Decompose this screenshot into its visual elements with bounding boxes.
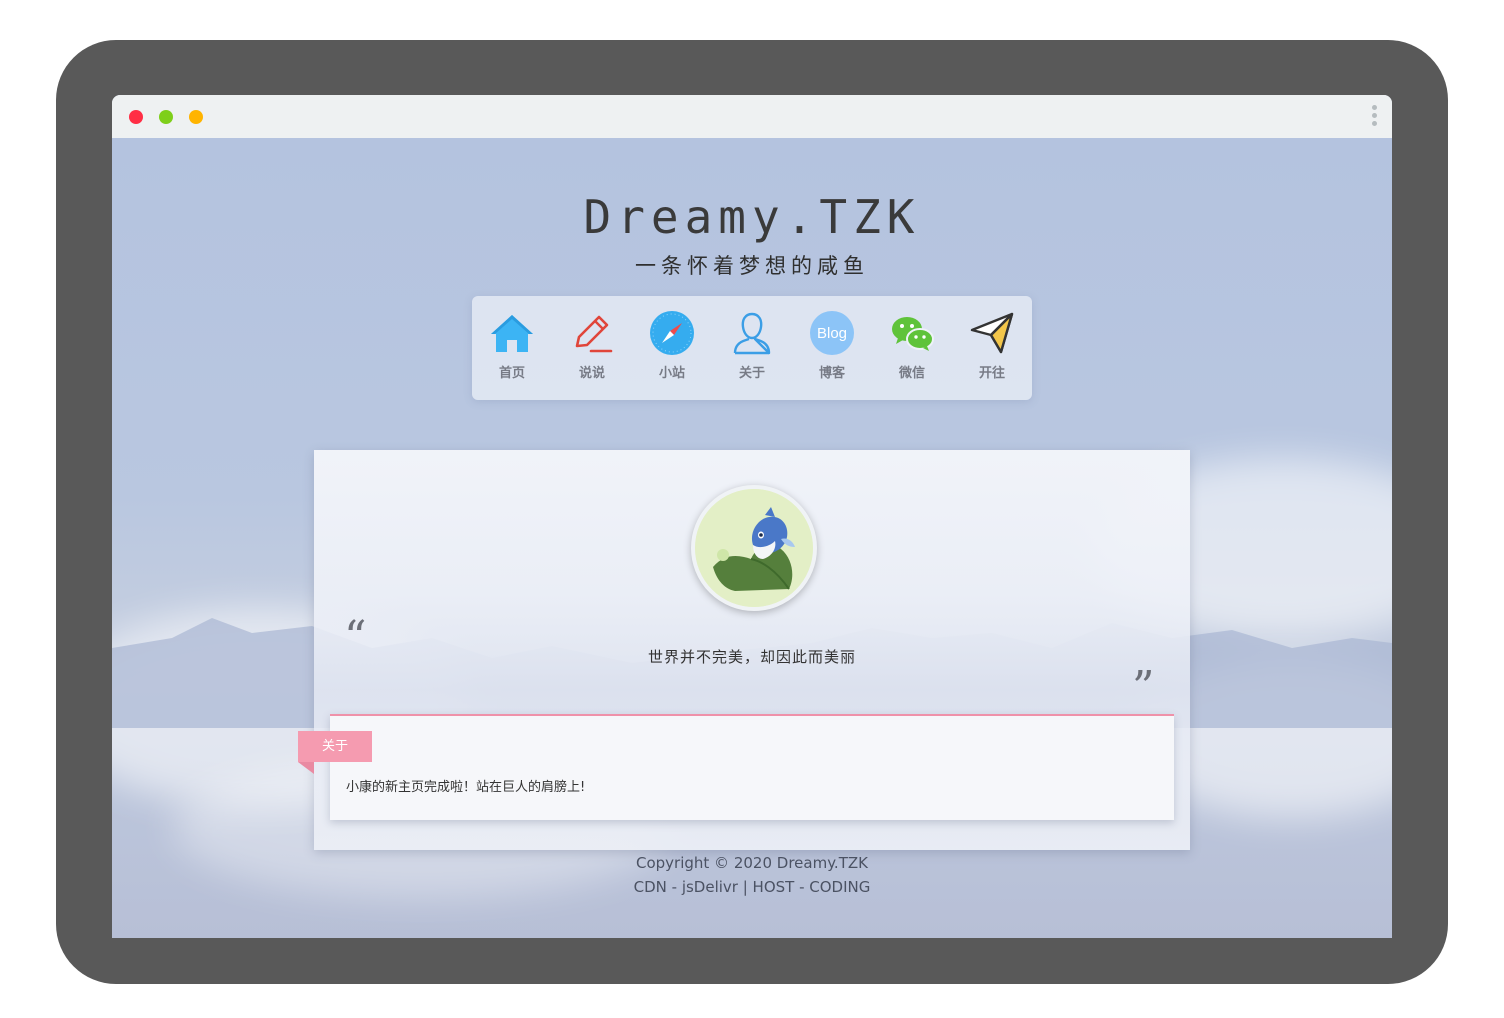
- user-icon: [733, 312, 771, 355]
- avatar[interactable]: [691, 485, 817, 611]
- pencil-icon: [575, 315, 613, 353]
- nav-label: 说说: [578, 366, 605, 381]
- maximize-window-button[interactable]: [189, 110, 203, 124]
- site-title: Dreamy.TZK: [583, 190, 921, 244]
- paper-plane-icon: [970, 312, 1014, 354]
- nav-item-about[interactable]: 关于: [712, 310, 792, 390]
- nav-item-home[interactable]: 首页: [472, 310, 552, 390]
- motto-text: 世界并不完美，却因此而美丽: [647, 648, 856, 666]
- more-options-icon[interactable]: [1370, 105, 1378, 129]
- about-panel: 关于 小康的新主页完成啦！站在巨人的肩膀上!: [298, 714, 1174, 820]
- blog-icon-text: Blog: [817, 325, 847, 342]
- footer: Copyright © 2020 Dreamy.TZK CDN - jsDeli…: [112, 851, 1392, 899]
- ribbon-fold: [298, 762, 314, 774]
- page-content: Dreamy.TZK 一条怀着梦想的咸鱼 首页 说说 小站 关于 Blog 博客…: [112, 138, 1392, 938]
- footer-copyright: Copyright © 2020 Dreamy.TZK: [636, 854, 868, 872]
- wechat-icon: [892, 317, 934, 351]
- nav-item-site[interactable]: 小站: [632, 310, 712, 390]
- compass-icon: [650, 311, 694, 355]
- nav-item-travel[interactable]: 开往: [952, 310, 1032, 390]
- nav-label: 小站: [658, 366, 685, 381]
- dolphin-avatar-icon: [695, 489, 813, 607]
- footer-hosting: CDN - jsDelivr | HOST - CODING: [633, 878, 871, 896]
- site-subtitle: 一条怀着梦想的咸鱼: [635, 254, 869, 278]
- nav-bar: 首页 说说 小站 关于 Blog 博客 微信 开往: [472, 296, 1032, 400]
- profile-card: “ 世界并不完美，却因此而美丽 ” 关于 小康的新主页完成啦！站在巨人的肩膀上!: [298, 450, 1190, 850]
- title-bar: [112, 95, 1392, 138]
- minimize-window-button[interactable]: [159, 110, 173, 124]
- blog-icon: Blog: [810, 311, 854, 355]
- about-tag: 关于: [298, 731, 372, 762]
- nav-item-blog[interactable]: Blog 博客: [792, 310, 872, 390]
- nav-label: 开往: [978, 366, 1005, 381]
- nav-item-moments[interactable]: 说说: [552, 310, 632, 390]
- nav-label: 微信: [898, 366, 925, 381]
- close-quote-icon: ”: [1132, 662, 1155, 713]
- nav-item-wechat[interactable]: 微信: [872, 310, 952, 390]
- close-window-button[interactable]: [129, 110, 143, 124]
- home-icon: [491, 315, 533, 352]
- nav-label: 博客: [818, 366, 845, 381]
- nav-label: 关于: [738, 366, 765, 381]
- about-text: 小康的新主页完成啦！站在巨人的肩膀上!: [346, 780, 586, 795]
- browser-window: Dreamy.TZK 一条怀着梦想的咸鱼 首页 说说 小站 关于 Blog 博客…: [112, 95, 1392, 938]
- nav-label: 首页: [498, 366, 525, 381]
